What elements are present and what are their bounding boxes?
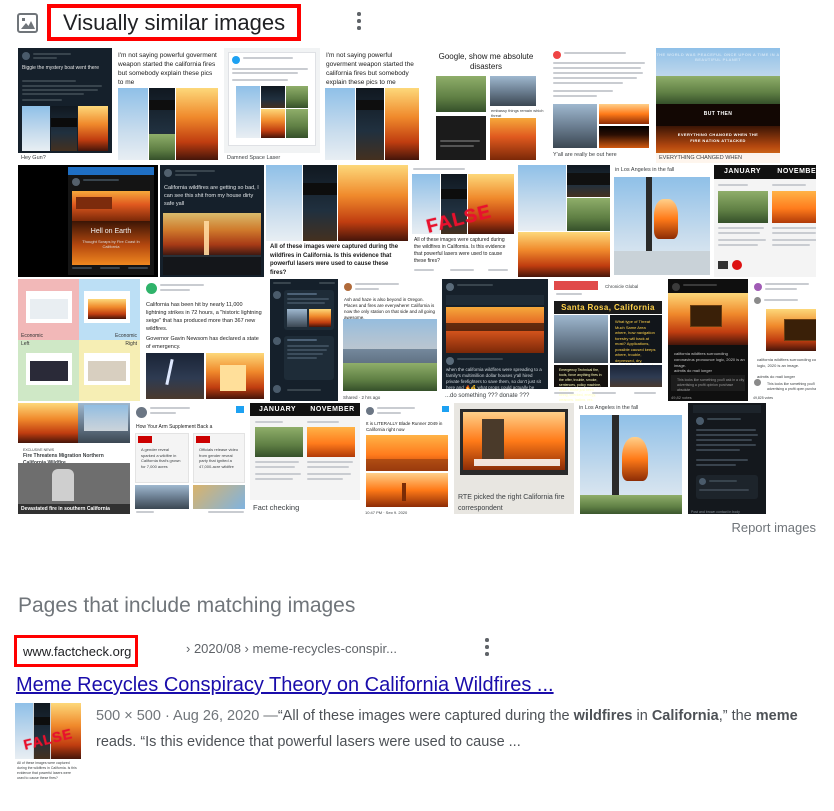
quadrant-label: Economic — [21, 333, 43, 339]
snippet-part-3: ,” the — [718, 708, 756, 724]
snippet-bold-meme: meme — [755, 708, 798, 724]
grid-image-smoke-neighborhood-post[interactable]: Ash and haze is also beyond in Oregon. P… — [340, 279, 440, 401]
result-url-highlight-box: www.factcheck.org — [14, 635, 139, 667]
meme-text: Google, show me absolute disasters — [438, 52, 534, 71]
meme-text: All of these images were captured during… — [270, 244, 399, 276]
grid-image-google-absolute-disasters[interactable]: Google, show me absolute disasters embas… — [424, 48, 548, 163]
grid-image-laser-collage-plain[interactable] — [518, 165, 610, 277]
meme-text: I'm not saying powerful goverment weapon… — [118, 52, 217, 86]
quadrant-label: Left — [21, 341, 30, 347]
visually-similar-images-header: Visually similar images — [0, 0, 834, 46]
grid-image-laser-collage-caption[interactable]: All of these images were captured during… — [266, 165, 408, 277]
meme-text: All of these images were captured during… — [414, 237, 506, 264]
grid-image-january-november-factcheck[interactable]: JANUARY NOVEMBER Fact checking — [250, 403, 360, 514]
grid-image-donate-firefighters-post[interactable]: when the california wildfires were sprea… — [442, 279, 548, 401]
more-options-icon[interactable] — [350, 12, 368, 38]
more-options-icon[interactable] — [478, 638, 496, 664]
grid-image-santa-rosa-california-meme[interactable]: Chronicle Global Santa Rosa, California … — [550, 279, 666, 401]
grid-image-facebook-mystery-boat-post[interactable]: Biggie the mystery boat went there Hey G… — [18, 48, 112, 163]
image-caption: EVERYTHING CHANGED WHEN — [656, 153, 780, 163]
grid-image-northern-california-wildfire-news[interactable]: EXCLUSIVE NEWS Fire Threatens Migration … — [18, 403, 130, 514]
grid-image-cnn-headline-tweet[interactable]: How Your Arm Supplement Back a A gender … — [132, 403, 248, 514]
grid-image-los-angeles-fall-photo[interactable]: in Los Angeles in the fall — [576, 403, 686, 514]
meme-banner-top: THE WORLD WAS PEACEFUL ONCE UPON A TIME … — [656, 52, 780, 62]
column-label-january: JANUARY — [258, 406, 297, 413]
image-caption: in Los Angeles in the fall — [576, 403, 686, 414]
image-dimensions: 500 × 500 — [96, 708, 161, 724]
meme-title: Santa Rosa, California — [561, 303, 655, 312]
grid-image-los-angeles-fall-post[interactable]: in Los Angeles in the fall — [612, 165, 712, 277]
column-label-january: JANUARY — [723, 168, 762, 175]
quadrant-label: Economic — [115, 333, 137, 339]
grid-image-blade-runner-2049-tweet[interactable]: It is LITERALLY Blade Runner 2049 in Cal… — [362, 403, 452, 514]
image-row: Hell on Earth Thought Scraps by Fire Coa… — [18, 165, 816, 277]
snippet-part-1: “All of these images were captured durin… — [277, 708, 574, 724]
meme-text: How Your Arm Supplement Back a — [136, 424, 213, 430]
image-row: Economic Economic Left Right California … — [18, 279, 816, 401]
column-label-november: NOVEMBER — [310, 406, 355, 413]
visually-similar-images-grid[interactable]: Biggie the mystery boat went there Hey G… — [18, 48, 816, 514]
grid-image-january-november-compare[interactable]: JANUARY NOVEMBER — [714, 165, 816, 277]
image-caption: ...do something ??? donate ??? — [442, 389, 548, 401]
image-row: EXCLUSIVE NEWS Fire Threatens Migration … — [18, 403, 816, 514]
grid-image-laser-meme-white[interactable]: I'm not saying powerful goverment weapon… — [114, 48, 222, 163]
snippet-part-2: in — [632, 708, 652, 724]
meme-text: I'm not saying powerful goverment weapon… — [326, 52, 414, 86]
result-thumbnail[interactable]: FALSE All of these images were captured … — [15, 703, 81, 781]
snippet-separator: · — [164, 708, 170, 724]
result-snippet: 500 × 500 · Aug 26, 2020 —“All of these … — [96, 703, 820, 755]
image-frame-icon — [17, 13, 38, 33]
image-caption: Damned Space Laser — [224, 153, 320, 163]
grid-image-lightning-strikes-tweet[interactable]: California has been hit by nearly 11,000… — [142, 279, 268, 401]
meme-text-2: Governor Gavin Newsom has declared a sta… — [146, 336, 259, 350]
snippet-part-4: reads. “Is this evidence that powerful l… — [96, 734, 521, 750]
snippet-dash: — — [263, 708, 278, 724]
grid-image-rte-correspondent-meme[interactable]: RTE picked the right California fire cor… — [454, 403, 574, 514]
image-caption: RTE picked the right California fire cor… — [454, 488, 574, 514]
meme-banner-mid: BUT THEN — [703, 111, 733, 117]
result-url-path: › 2020/08 › meme-recycles-conspir... — [186, 641, 397, 656]
snippet-bold-wildfires: wildfires — [573, 708, 633, 724]
grid-image-hell-on-earth-post[interactable]: Hell on Earth Thought Scraps by Fire Coa… — [18, 165, 158, 277]
grid-image-twitter-california-wildfires-sky[interactable]: California wildfires are getting so bad,… — [160, 165, 264, 277]
grid-image-dark-mobile-thread[interactable]: Post and brown contact in body — [688, 403, 766, 514]
grid-image-laser-meme-white-2[interactable]: I'm not saying powerful goverment weapon… — [322, 48, 422, 163]
publish-date: Aug 26, 2020 — [173, 708, 260, 724]
grid-image-laser-collage-false[interactable]: FALSE All of these images were captured … — [410, 165, 516, 277]
image-caption: Fact checking — [250, 500, 360, 514]
result-url-domain: www.factcheck.org — [23, 644, 132, 659]
grid-image-fire-nation-meme[interactable]: THE WORLD WAS PEACEFUL ONCE UPON A TIME … — [656, 48, 780, 163]
grid-image-twitter-laser-screenshot[interactable]: Damned Space Laser — [224, 48, 320, 163]
grid-image-dark-thread-screenshot[interactable] — [270, 279, 338, 401]
comparison-header: JANUARY NOVEMBER — [250, 403, 360, 416]
column-label-november: NOVEMBER — [777, 168, 816, 175]
grid-image-four-quadrant-chart[interactable]: Economic Economic Left Right — [18, 279, 140, 401]
pages-section-title: Pages that include matching images — [18, 594, 356, 617]
result-title-link[interactable]: Meme Recycles Conspiracy Theory on Calif… — [16, 672, 554, 698]
grid-image-instagram-fire-post[interactable]: california wildfires surrounding conspir… — [750, 279, 816, 401]
meme-banner-bottom: EVERYTHING CHANGED WHEN THE FIRE NATION A… — [677, 132, 759, 143]
quadrant-label: Right — [125, 341, 137, 347]
image-caption: in Los Angeles in the fall — [612, 165, 712, 176]
meme-text: It is LITERALLY Blade Runner 2049 in Cal… — [366, 421, 443, 432]
image-caption: Hey Gun? — [18, 153, 112, 163]
image-row: Biggie the mystery boat went there Hey G… — [18, 48, 816, 163]
meme-text: California wildfires are getting so bad,… — [164, 185, 259, 207]
report-images-link[interactable]: Report images — [731, 520, 816, 535]
meme-text: California has been hit by nearly 11,000… — [146, 302, 262, 332]
comparison-header: JANUARY NOVEMBER — [714, 165, 816, 179]
snippet-bold-california: California — [651, 708, 719, 724]
page-title: Visually similar images — [63, 10, 286, 35]
meme-text: Hell on Earth — [90, 228, 132, 235]
image-caption: Y'all are really be out here — [550, 150, 654, 163]
grid-image-twitter-australia-thread[interactable]: Y'all are really be out here — [550, 48, 654, 163]
grid-image-fire-video-dark[interactable]: california wildfires surrounding coronav… — [668, 279, 748, 401]
page-title-highlight-box: Visually similar images — [47, 4, 302, 41]
